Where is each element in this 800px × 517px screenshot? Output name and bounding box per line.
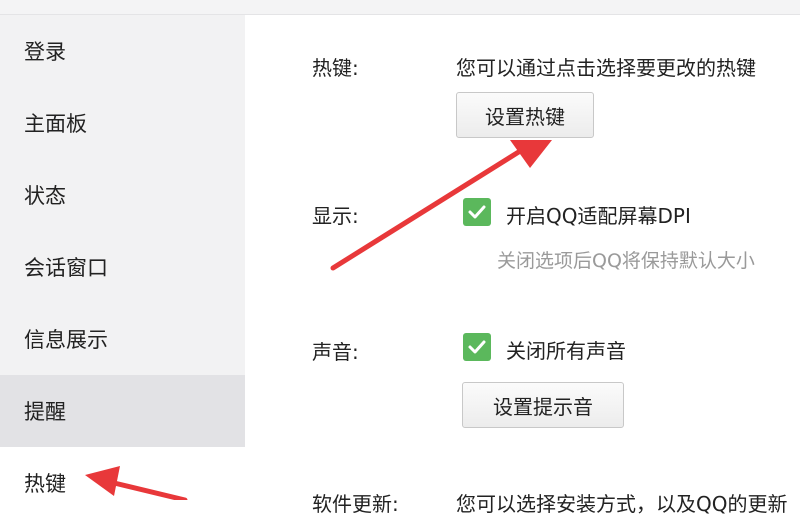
sidebar-item-status[interactable]: 状态 — [0, 159, 245, 231]
sidebar-item-label: 状态 — [24, 184, 66, 208]
mute-all-label: 关闭所有声音 — [506, 339, 626, 363]
mute-all-checkbox[interactable] — [463, 333, 491, 361]
set-hotkey-button[interactable]: 设置热键 — [456, 92, 594, 138]
sidebar-item-main-panel[interactable]: 主面板 — [0, 87, 245, 159]
sidebar-item-chat-window[interactable]: 会话窗口 — [0, 231, 245, 303]
sidebar-item-label: 会话窗口 — [24, 256, 108, 280]
hotkey-description: 您可以通过点击选择要更改的热键 — [456, 56, 756, 80]
checkmark-icon — [468, 340, 486, 354]
sidebar-item-info-display[interactable]: 信息展示 — [0, 303, 245, 375]
dpi-checkbox[interactable] — [463, 198, 491, 226]
sidebar-item-label: 提醒 — [24, 400, 66, 424]
dpi-option-label: 开启QQ适配屏幕DPI — [506, 204, 691, 228]
set-notification-sound-button[interactable]: 设置提示音 — [462, 382, 624, 428]
settings-sidebar: 登录 主面板 状态 会话窗口 信息展示 提醒 热键 — [0, 15, 245, 500]
software-update-description: 您可以选择安装方式，以及QQ的更新 — [456, 492, 788, 516]
sidebar-item-hotkey[interactable]: 热键 — [0, 447, 245, 500]
dpi-hint: 关闭选项后QQ将保持默认大小 — [497, 250, 755, 272]
sidebar-item-label: 登录 — [24, 40, 66, 64]
sidebar-item-label: 信息展示 — [24, 328, 108, 352]
sidebar-item-label: 主面板 — [24, 112, 87, 136]
hotkey-label: 热键: — [312, 56, 359, 80]
display-label: 显示: — [312, 204, 359, 228]
checkmark-icon — [468, 205, 486, 219]
window-top-bar — [0, 0, 800, 15]
sidebar-item-reminder[interactable]: 提醒 — [0, 375, 245, 447]
sidebar-item-label: 热键 — [24, 472, 66, 496]
software-update-label: 软件更新: — [312, 492, 399, 516]
sound-label: 声音: — [312, 340, 359, 364]
sidebar-item-login[interactable]: 登录 — [0, 15, 245, 87]
